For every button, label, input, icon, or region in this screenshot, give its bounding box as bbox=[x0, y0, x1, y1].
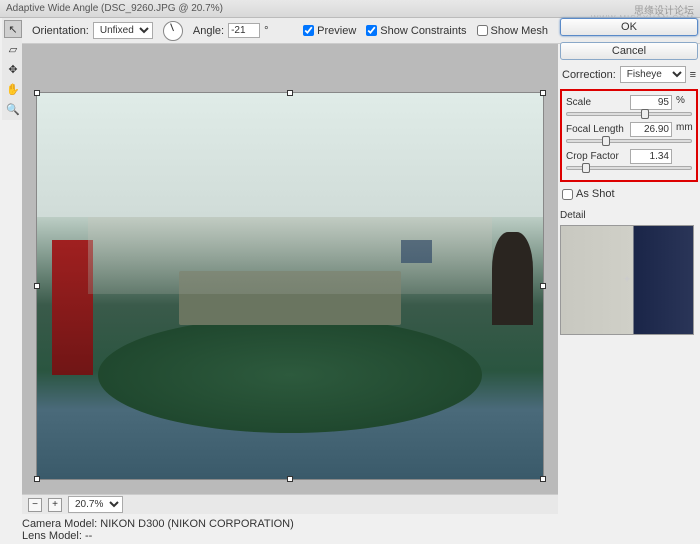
focal-label: Focal Length bbox=[566, 124, 624, 135]
scale-thumb[interactable] bbox=[641, 109, 649, 119]
polygon-constraint-tool[interactable]: ▱ bbox=[4, 40, 22, 58]
right-panel: OK Cancel Correction: Fisheye ≡ Scale % … bbox=[560, 18, 698, 335]
scale-unit: % bbox=[674, 95, 692, 110]
crop-label: Crop Factor bbox=[566, 151, 619, 162]
focal-input[interactable] bbox=[630, 122, 672, 137]
focal-row: Focal Length mm bbox=[566, 122, 692, 137]
cancel-button[interactable]: Cancel bbox=[560, 42, 698, 60]
photo-person bbox=[492, 232, 532, 325]
detail-label: Detail bbox=[560, 210, 698, 221]
orientation-select[interactable]: Unfixed bbox=[93, 22, 153, 39]
mesh-check-input[interactable] bbox=[477, 25, 488, 36]
constraint-tool[interactable]: ↖ bbox=[4, 20, 22, 38]
zoom-out-button[interactable]: − bbox=[28, 498, 42, 512]
tool-palette: ↖ ▱ ✥ ✋ 🔍 bbox=[2, 18, 22, 120]
zoom-select[interactable]: 20.7% bbox=[68, 496, 123, 513]
handle-rc[interactable] bbox=[540, 283, 546, 289]
window-title: Adaptive Wide Angle (DSC_9260.JPG @ 20.7… bbox=[6, 3, 223, 14]
correction-row: Correction: Fisheye ≡ bbox=[560, 66, 698, 83]
crop-slider[interactable] bbox=[566, 166, 692, 170]
image-preview[interactable] bbox=[36, 92, 544, 480]
hand-icon: ✋ bbox=[6, 83, 20, 96]
angle-group: Angle: ° bbox=[193, 23, 269, 38]
arrow-icon: ↖ bbox=[8, 23, 17, 36]
handle-lc[interactable] bbox=[34, 283, 40, 289]
scale-row: Scale % bbox=[566, 95, 692, 110]
main-area: − + 20.7% bbox=[22, 44, 558, 514]
hand-tool[interactable]: ✋ bbox=[4, 80, 22, 98]
as-shot-checkbox[interactable]: As Shot bbox=[560, 188, 698, 200]
crop-unit bbox=[674, 149, 692, 164]
handle-br[interactable] bbox=[540, 476, 546, 482]
crop-row: Crop Factor bbox=[566, 149, 692, 164]
move-tool[interactable]: ✥ bbox=[4, 60, 22, 78]
preview-check-input[interactable] bbox=[303, 25, 314, 36]
handle-tc[interactable] bbox=[287, 90, 293, 96]
show-mesh-checkbox[interactable]: Show Mesh bbox=[477, 25, 548, 37]
focal-thumb[interactable] bbox=[602, 136, 610, 146]
zoom-tool[interactable]: 🔍 bbox=[4, 100, 22, 118]
focal-slider[interactable] bbox=[566, 139, 692, 143]
crop-input[interactable] bbox=[630, 149, 672, 164]
correction-select[interactable]: Fisheye bbox=[620, 66, 686, 83]
constraints-check-input[interactable] bbox=[366, 25, 377, 36]
footer-info: Camera Model: NIKON D300 (NIKON CORPORAT… bbox=[22, 518, 294, 542]
camera-model: Camera Model: NIKON D300 (NIKON CORPORAT… bbox=[22, 518, 294, 530]
angle-input[interactable] bbox=[228, 23, 260, 38]
detail-section: Detail bbox=[560, 210, 698, 335]
orientation-group: Orientation: Unfixed bbox=[32, 22, 153, 39]
correction-menu-icon[interactable]: ≡ bbox=[690, 69, 696, 81]
photo-santa bbox=[52, 240, 92, 375]
zoom-icon: 🔍 bbox=[6, 103, 20, 116]
handle-tr[interactable] bbox=[540, 90, 546, 96]
canvas-viewport[interactable] bbox=[22, 44, 558, 494]
options-bar-row: Orientation: Unfixed Angle: ° Preview Sh… bbox=[22, 18, 558, 44]
orientation-label: Orientation: bbox=[32, 25, 89, 37]
polygon-icon: ▱ bbox=[9, 43, 17, 56]
as-shot-input[interactable] bbox=[562, 189, 573, 200]
crop-thumb[interactable] bbox=[582, 163, 590, 173]
photo-tv bbox=[401, 240, 431, 263]
photo-rug bbox=[98, 317, 483, 433]
detail-preview[interactable] bbox=[560, 225, 694, 335]
lens-model: Lens Model: -- bbox=[22, 530, 294, 542]
handle-bl[interactable] bbox=[34, 476, 40, 482]
slider-group-highlight: Scale % Focal Length mm Crop Factor bbox=[560, 89, 698, 182]
scale-label: Scale bbox=[566, 97, 591, 108]
handle-tl[interactable] bbox=[34, 90, 40, 96]
correction-label: Correction: bbox=[562, 69, 616, 81]
scale-slider[interactable] bbox=[566, 112, 692, 116]
handle-bc[interactable] bbox=[287, 476, 293, 482]
preview-checkbox[interactable]: Preview bbox=[303, 25, 356, 37]
scale-input[interactable] bbox=[630, 95, 672, 110]
status-bar: − + 20.7% bbox=[22, 494, 558, 514]
zoom-in-button[interactable]: + bbox=[48, 498, 62, 512]
show-constraints-checkbox[interactable]: Show Constraints bbox=[366, 25, 466, 37]
focal-unit: mm bbox=[674, 122, 692, 137]
degree-unit: ° bbox=[264, 25, 268, 37]
photo-desk bbox=[179, 271, 402, 325]
move-icon: ✥ bbox=[8, 63, 17, 76]
angle-label: Angle: bbox=[193, 25, 224, 37]
ok-button[interactable]: OK bbox=[560, 18, 698, 36]
angle-dial[interactable] bbox=[163, 21, 183, 41]
